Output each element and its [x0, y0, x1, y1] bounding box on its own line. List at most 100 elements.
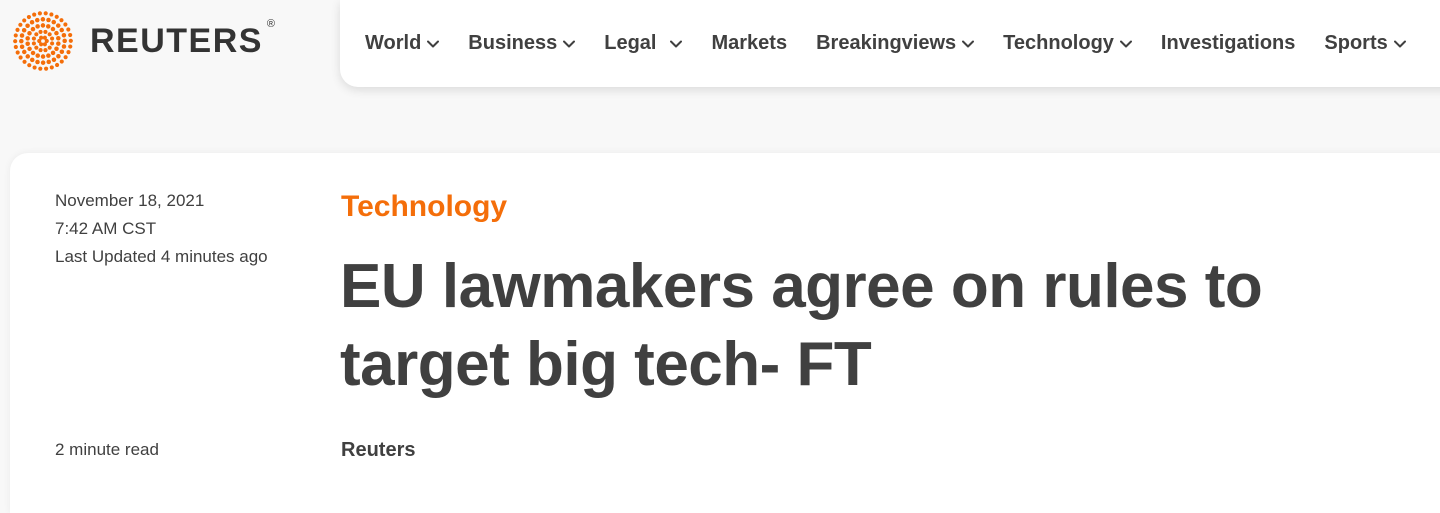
nav-item-markets[interactable]: Markets	[711, 32, 787, 55]
chevron-down-icon	[962, 40, 975, 48]
chevron-down-icon	[427, 40, 440, 48]
logo-dot	[38, 48, 43, 53]
logo-dot	[15, 27, 20, 32]
logo-dot	[27, 31, 32, 36]
nav-item-label: Markets	[711, 32, 788, 54]
logo-dot	[30, 50, 36, 56]
logo-dot	[15, 50, 20, 55]
logo-dot	[27, 46, 32, 52]
logo-dot	[46, 24, 51, 29]
logo-dot	[43, 11, 48, 16]
nav-item-label: Investigations	[1160, 32, 1296, 54]
nav-item-label: Legal	[604, 32, 657, 54]
logo-dot	[19, 44, 25, 49]
logo-dot	[43, 29, 48, 34]
logo-dot	[32, 65, 37, 70]
logo-dot	[40, 60, 46, 65]
chevron-down-icon	[1393, 40, 1406, 48]
article-updated: Last Updated 4 minutes ago	[55, 247, 268, 266]
logo-dot	[27, 63, 32, 68]
chevron-down-icon	[1119, 40, 1132, 48]
logo-dot	[54, 46, 59, 51]
nav-item-world[interactable]: World	[365, 32, 440, 55]
logo-dot	[22, 49, 27, 55]
logo-dot	[59, 18, 64, 23]
logo-dot	[18, 55, 23, 60]
logo-dot	[50, 36, 55, 41]
logo-dot	[66, 27, 71, 32]
logo-dot	[46, 17, 51, 23]
logo-wordmark: REUTERS ®	[90, 18, 275, 61]
logo-dot	[21, 27, 27, 33]
chevron-down-icon	[670, 40, 683, 48]
logo-dot	[56, 35, 61, 41]
logo-dot	[56, 41, 61, 46]
logo-dot	[46, 59, 51, 65]
logo-dot	[68, 38, 73, 43]
logo-dot	[32, 12, 37, 17]
logo-dot	[38, 29, 43, 34]
logo-dot	[31, 36, 36, 41]
logo-dot	[40, 54, 46, 59]
logo-dot	[49, 65, 54, 70]
logo-dot	[25, 41, 30, 47]
category-link[interactable]: Technology	[341, 190, 507, 224]
nav-item-business[interactable]: Business	[468, 32, 576, 55]
nav-item-technology[interactable]: Technology	[1003, 32, 1132, 55]
logo-dot	[61, 33, 67, 38]
logo-dot	[31, 41, 36, 46]
nav-item-investigations[interactable]: Investigations	[1161, 32, 1295, 55]
logo-dot	[63, 55, 68, 60]
logo-dot	[19, 33, 25, 38]
registered-mark: ®	[266, 17, 275, 30]
reuters-logo[interactable]: REUTERS ®	[8, 8, 275, 74]
logo-dot	[13, 44, 18, 50]
logo-dot	[44, 66, 49, 71]
logo-dot	[39, 35, 44, 40]
logo-dot	[40, 23, 46, 28]
logo-dot	[42, 35, 47, 40]
logo-dot	[19, 38, 24, 44]
article-byline: Reuters	[341, 439, 416, 461]
logo-dot	[47, 45, 52, 50]
nav-item-label: Business	[468, 32, 558, 54]
logo-dot	[13, 39, 18, 44]
article-meta: November 18, 2021 7:42 AM CST Last Updat…	[55, 187, 268, 271]
logo-dot	[25, 23, 30, 29]
nav-item-legal[interactable]: Legal	[604, 32, 683, 55]
logo-dot	[51, 19, 57, 25]
logo-dot	[22, 59, 27, 64]
chevron-down-icon	[563, 40, 576, 48]
logo-dot	[13, 33, 18, 38]
logo-dot	[26, 14, 31, 20]
nav-item-breakingviews[interactable]: Breakingviews	[816, 32, 975, 55]
logo-dot	[42, 42, 47, 47]
logo-dot	[68, 32, 73, 38]
logo-dot	[25, 36, 30, 41]
logo-dot	[68, 44, 73, 49]
article-headline: EU lawmakers agree on rules to target bi…	[340, 252, 1263, 399]
logo-dot	[22, 18, 27, 23]
logo-dot	[50, 50, 56, 56]
logo-dot	[34, 32, 39, 37]
logo-dot	[47, 32, 52, 37]
logo-dot	[61, 44, 67, 49]
logo-dot	[49, 12, 54, 17]
logo-dot	[56, 53, 61, 59]
nav-item-label: Sports	[1324, 32, 1388, 54]
logo-dot	[34, 45, 39, 50]
logo-dot	[50, 26, 56, 32]
logo-dot	[46, 53, 51, 58]
logo-dot	[37, 11, 42, 16]
logo-dot	[59, 27, 64, 33]
logo-dot	[35, 59, 40, 65]
main-nav: World Business Legal Markets Breakingvie…	[340, 0, 1440, 87]
nav-item-sports[interactable]: Sports	[1324, 32, 1406, 55]
logo-dot	[38, 66, 43, 71]
logo-dot	[43, 48, 48, 53]
article-time: 7:42 AM CST	[55, 219, 157, 238]
logo-dot	[54, 14, 59, 19]
logo-dot	[35, 53, 40, 58]
read-time: 2 minute read	[55, 440, 159, 459]
logo-wordmark-text: REUTERS	[90, 21, 263, 60]
